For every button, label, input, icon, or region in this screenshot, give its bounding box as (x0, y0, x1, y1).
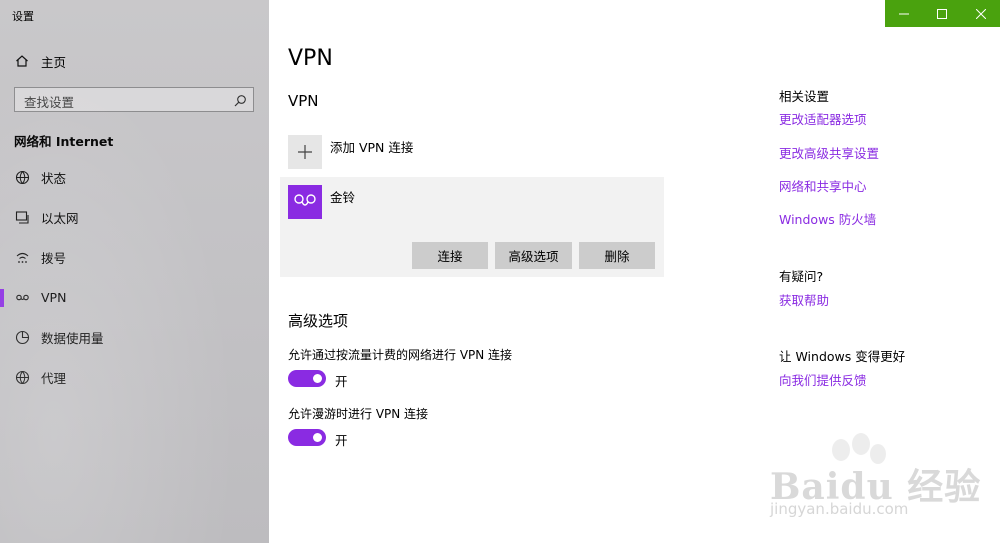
search-icon (233, 93, 247, 107)
sidebar-item-proxy[interactable]: 代理 (0, 362, 269, 392)
sidebar-item-dialup[interactable]: 拨号 (0, 242, 269, 272)
vpn-icon (14, 289, 30, 305)
search-placeholder: 查找设置 (24, 95, 75, 110)
minimize-button[interactable] (885, 0, 923, 27)
link-adapter-options[interactable]: 更改适配器选项 (779, 109, 867, 128)
vpn-connection-card[interactable]: 金铃 连接 高级选项 删除 (280, 177, 664, 277)
vpn-connection-name: 金铃 (330, 190, 356, 205)
sidebar: 设置 主页 查找设置 网络和 Internet 状态 以太网 拨号 VPN 数据… (0, 0, 269, 543)
sidebar-item-ethernet[interactable]: 以太网 (0, 202, 269, 232)
sidebar-item-label: 拨号 (41, 250, 67, 266)
option-metered-label: 允许通过按流量计费的网络进行 VPN 连接 (288, 348, 513, 362)
add-vpn-button[interactable]: 添加 VPN 连接 (288, 135, 588, 169)
section-title-vpn: VPN (288, 92, 319, 110)
metered-toggle[interactable] (288, 370, 326, 387)
advanced-options-title: 高级选项 (288, 312, 349, 330)
question-heading: 有疑问? (779, 269, 824, 284)
sidebar-item-label: 以太网 (41, 210, 79, 226)
add-vpn-label: 添加 VPN 连接 (330, 140, 414, 155)
sidebar-section-title: 网络和 Internet (14, 134, 114, 149)
advanced-options-button[interactable]: 高级选项 (495, 242, 572, 269)
link-windows-firewall[interactable]: Windows 防火墙 (779, 209, 876, 228)
watermark-subtext: jingyan.baidu.com (770, 500, 909, 518)
sidebar-item-label: 主页 (41, 54, 67, 70)
app-title: 设置 (12, 10, 34, 23)
globe-status-icon (14, 169, 30, 185)
close-icon (975, 8, 986, 19)
search-input[interactable]: 查找设置 (14, 87, 254, 112)
link-get-help[interactable]: 获取帮助 (779, 290, 829, 309)
delete-button[interactable]: 删除 (579, 242, 655, 269)
plus-icon (298, 145, 312, 159)
sidebar-item-label: 代理 (41, 370, 67, 386)
sidebar-item-vpn[interactable]: VPN (0, 282, 269, 312)
connect-button[interactable]: 连接 (412, 242, 488, 269)
data-usage-icon (14, 329, 30, 345)
maximize-icon (937, 8, 948, 19)
close-button[interactable] (962, 0, 1000, 27)
home-icon (14, 53, 30, 69)
roaming-toggle[interactable] (288, 429, 326, 446)
sidebar-item-home[interactable]: 主页 (0, 48, 269, 74)
make-better-heading: 让 Windows 变得更好 (779, 349, 906, 364)
roaming-toggle-state: 开 (335, 433, 348, 448)
metered-toggle-state: 开 (335, 374, 348, 389)
add-box (288, 135, 322, 169)
window-controls (885, 0, 1000, 27)
link-network-sharing-center[interactable]: 网络和共享中心 (779, 176, 867, 195)
ethernet-icon (14, 209, 30, 225)
link-advanced-sharing[interactable]: 更改高级共享设置 (779, 143, 879, 162)
related-settings-heading: 相关设置 (779, 89, 830, 104)
toggle-knob (313, 433, 322, 442)
sidebar-item-label: 状态 (41, 170, 67, 186)
sidebar-item-label: VPN (41, 289, 67, 305)
maximize-button[interactable] (923, 0, 961, 27)
sidebar-item-label: 数据使用量 (41, 330, 104, 346)
dialup-icon (14, 249, 30, 265)
sidebar-item-status[interactable]: 状态 (0, 162, 269, 192)
option-roaming-label: 允许漫游时进行 VPN 连接 (288, 407, 429, 421)
minimize-icon (899, 13, 910, 14)
toggle-knob (313, 374, 322, 383)
proxy-globe-icon (14, 369, 30, 385)
link-feedback[interactable]: 向我们提供反馈 (779, 370, 867, 389)
sidebar-item-data-usage[interactable]: 数据使用量 (0, 322, 269, 352)
vpn-connection-icon (288, 185, 322, 219)
page-title: VPN (288, 46, 333, 71)
